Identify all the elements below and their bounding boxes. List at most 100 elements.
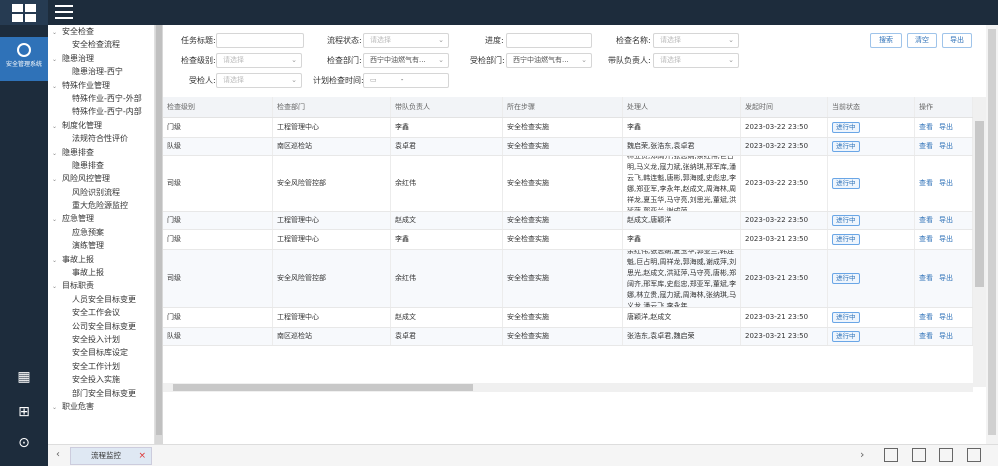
column-header[interactable]: 检查级别 bbox=[163, 97, 273, 117]
view-link[interactable]: 查看 bbox=[919, 215, 933, 226]
tree-item[interactable]: 特殊作业-西宁-外部 bbox=[48, 92, 154, 105]
tree-group[interactable]: ⌄ 隐患排查 bbox=[48, 146, 154, 159]
tree-item[interactable]: 隐患排查 bbox=[48, 159, 154, 172]
apps-grid-icon[interactable]: ▦ bbox=[14, 367, 34, 387]
tree-item[interactable]: 安全投入实施 bbox=[48, 373, 154, 386]
layout-grid-icon[interactable] bbox=[884, 448, 898, 462]
export-link[interactable]: 导出 bbox=[939, 141, 953, 152]
export-link[interactable]: 导出 bbox=[939, 178, 953, 189]
table-row[interactable]: 队级 南区巡检站 袁卓君 安全检查实施 张浩东,袁卓君,魏启荣 2023-03-21 23… bbox=[163, 328, 973, 346]
cell-dept: 安全风险管控部 bbox=[273, 250, 391, 307]
tree-item[interactable]: 应急预案 bbox=[48, 226, 154, 239]
process-status-select[interactable]: 请选择 ⌄ bbox=[363, 33, 449, 48]
view-link[interactable]: 查看 bbox=[919, 141, 933, 152]
tree-label: 隐患治理 bbox=[62, 53, 94, 63]
tree-item[interactable]: 演练管理 bbox=[48, 239, 154, 252]
plan-time-range[interactable]: ▭ - bbox=[363, 73, 449, 88]
tree-group[interactable]: ⌄ 安全检查 bbox=[48, 25, 154, 38]
expand-icon[interactable]: ⊙ bbox=[14, 433, 34, 453]
tree-item[interactable]: 隐患治理-西宁 bbox=[48, 65, 154, 78]
tree-item[interactable]: 安全工作会议 bbox=[48, 306, 154, 319]
tree-group[interactable]: ⌄ 应急管理 bbox=[48, 212, 154, 225]
sidebar-scrollbar[interactable] bbox=[155, 25, 163, 444]
export-link[interactable]: 导出 bbox=[939, 122, 953, 133]
tree-item[interactable]: 事故上报 bbox=[48, 266, 154, 279]
tree-item[interactable]: 部门安全目标变更 bbox=[48, 387, 154, 400]
table-row[interactable]: 门级 工程管理中心 李鑫 安全检查实施 李鑫 2023-03-22 23:50 进行中 查看导… bbox=[163, 118, 973, 138]
check-level-select[interactable]: 请选择 ⌄ bbox=[216, 53, 302, 68]
safety-icon bbox=[17, 43, 31, 57]
view-link[interactable]: 查看 bbox=[919, 178, 933, 189]
check-dept-select[interactable]: 西宁中油燃气有... ⌄ bbox=[363, 53, 449, 68]
export-link[interactable]: 导出 bbox=[939, 331, 953, 342]
column-header[interactable]: 检查部门 bbox=[273, 97, 391, 117]
layout-single-icon[interactable] bbox=[967, 448, 981, 462]
table-row[interactable]: 门级 工程管理中心 赵成文 安全检查实施 赵成文,唐颖洋 2023-03-22 23:50… bbox=[163, 212, 973, 230]
progress-input[interactable] bbox=[506, 33, 592, 48]
export-link[interactable]: 导出 bbox=[939, 273, 953, 284]
search-button[interactable]: 搜索 bbox=[870, 33, 902, 48]
cell-step: 安全检查实施 bbox=[503, 138, 623, 155]
table-row[interactable]: 门级 工程管理中心 赵成文 安全检查实施 唐颖洋,赵成文 2023-03-21 23:50… bbox=[163, 308, 973, 328]
tab-process-monitor[interactable]: 流程监控 × bbox=[70, 447, 152, 465]
cell-handler: 魏启荣,张浩东,袁卓君 bbox=[623, 138, 741, 155]
view-link[interactable]: 查看 bbox=[919, 331, 933, 342]
column-header[interactable]: 当前状态 bbox=[828, 97, 915, 117]
tree-group[interactable]: ⌄ 隐患治理 bbox=[48, 52, 154, 65]
view-link[interactable]: 查看 bbox=[919, 234, 933, 245]
view-link[interactable]: 查看 bbox=[919, 312, 933, 323]
layout-rows-icon[interactable] bbox=[912, 448, 926, 462]
team-leader-select[interactable]: 请选择 ⌄ bbox=[653, 53, 739, 68]
table-row[interactable]: 门级 工程管理中心 李鑫 安全检查实施 李鑫 2023-03-21 23:50 进行中 查看导… bbox=[163, 230, 973, 250]
chevron-right-icon[interactable]: › bbox=[860, 448, 864, 461]
chevron-left-icon[interactable]: ‹ bbox=[56, 449, 60, 460]
layout-columns-icon[interactable] bbox=[939, 448, 953, 462]
table-row[interactable]: 司级 安全风险管控部 余红伟 安全检查实施 余红伟,张志娴,夏玉华,郭亚兰,韩连魁,巨占… bbox=[163, 250, 973, 308]
add-module-icon[interactable]: ⊞ bbox=[14, 402, 34, 422]
tree-item[interactable]: 安全投入计划 bbox=[48, 333, 154, 346]
export-link[interactable]: 导出 bbox=[939, 234, 953, 245]
column-header[interactable]: 处理人 bbox=[623, 97, 741, 117]
inspected-select[interactable]: 请选择 ⌄ bbox=[216, 73, 302, 88]
clear-button[interactable]: 清空 bbox=[907, 33, 937, 48]
view-link[interactable]: 查看 bbox=[919, 122, 933, 133]
close-icon[interactable]: × bbox=[138, 448, 146, 464]
nav-item-safety-management[interactable]: 安全管理系统 bbox=[0, 37, 48, 81]
tree-item[interactable]: 安全检查流程 bbox=[48, 38, 154, 51]
table-row[interactable]: 队级 南区巡检站 袁卓君 安全检查实施 魏启荣,张浩东,袁卓君 2023-03-22 23… bbox=[163, 138, 973, 156]
export-link[interactable]: 导出 bbox=[939, 312, 953, 323]
tree-item[interactable]: 法规符合性评价 bbox=[48, 132, 154, 145]
tree-item[interactable]: 公司安全目标变更 bbox=[48, 320, 154, 333]
export-link[interactable]: 导出 bbox=[939, 215, 953, 226]
tree-group[interactable]: ⌄ 事故上报 bbox=[48, 253, 154, 266]
page-scrollbar[interactable] bbox=[986, 25, 998, 444]
view-link[interactable]: 查看 bbox=[919, 273, 933, 284]
tree-item[interactable]: 风险识别流程 bbox=[48, 186, 154, 199]
tree-item[interactable]: 人员安全目标变更 bbox=[48, 293, 154, 306]
task-title-input[interactable] bbox=[216, 33, 304, 48]
table-row[interactable]: 司级安全风险管控部余红伟安全检查实施林立贵,郑阔齐,张志娴,余红伟,巨占明,马义… bbox=[163, 156, 973, 212]
table-vertical-scrollbar[interactable] bbox=[973, 97, 986, 387]
menu-toggle-icon[interactable] bbox=[55, 5, 73, 19]
tree-item[interactable]: 安全工作计划 bbox=[48, 360, 154, 373]
tree-item[interactable]: 安全目标库设定 bbox=[48, 346, 154, 359]
cell-step: 安全检查实施 bbox=[503, 250, 623, 307]
table-horizontal-scrollbar[interactable] bbox=[163, 383, 973, 392]
tree-item[interactable]: 重大危险源监控 bbox=[48, 199, 154, 212]
tree-group[interactable]: ⌄ 职业危害 bbox=[48, 400, 154, 413]
column-header[interactable]: 操作 bbox=[915, 97, 973, 117]
app-logo[interactable] bbox=[0, 0, 48, 25]
tree-group[interactable]: ⌄ 特殊作业管理 bbox=[48, 79, 154, 92]
tree-item[interactable]: 特殊作业-西宁-内部 bbox=[48, 105, 154, 118]
column-header[interactable]: 所在步骤 bbox=[503, 97, 623, 117]
chevron-down-icon: ⌄ bbox=[438, 56, 444, 64]
column-header[interactable]: 带队负责人 bbox=[391, 97, 503, 117]
filter-panel: 任务标题: 流程状态: 请选择 ⌄ 进度: 检查名称: 请选择 ⌄ 搜索 清空 导出… bbox=[163, 25, 986, 93]
export-button[interactable]: 导出 bbox=[942, 33, 972, 48]
check-name-select[interactable]: 请选择 ⌄ bbox=[653, 33, 739, 48]
tree-group[interactable]: ⌄ 风险风控管理 bbox=[48, 172, 154, 185]
checked-dept-select[interactable]: 西宁中油燃气有... ⌄ bbox=[506, 53, 592, 68]
column-header[interactable]: 发起时间 bbox=[741, 97, 828, 117]
tree-group[interactable]: ⌄ 目标职责 bbox=[48, 279, 154, 292]
tree-group[interactable]: ⌄ 制度化管理 bbox=[48, 119, 154, 132]
